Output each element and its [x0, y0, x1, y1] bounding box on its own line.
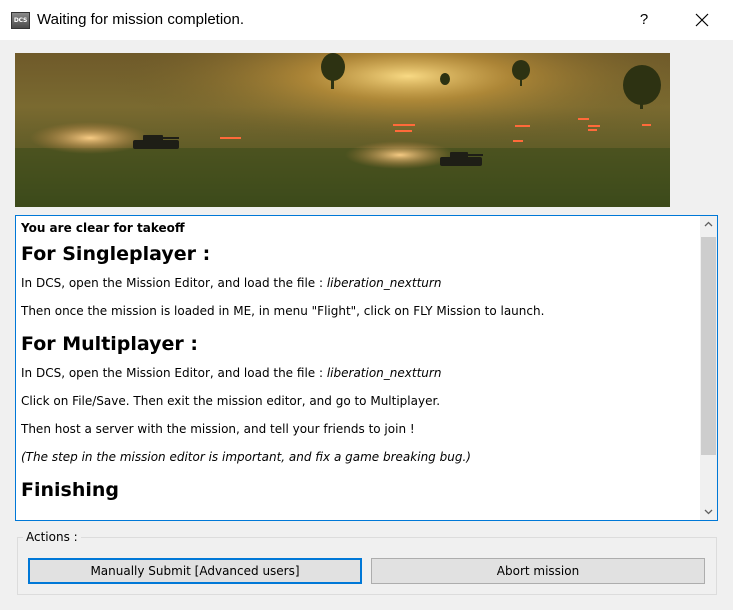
singleplayer-heading: For Singleplayer : [21, 243, 211, 265]
singleplayer-step-2: Then once the mission is loaded in ME, i… [21, 304, 545, 318]
singleplayer-filename: liberation_nextturn [326, 276, 442, 290]
mission-banner-image [15, 53, 670, 207]
scroll-down-button[interactable] [700, 503, 717, 520]
chevron-up-icon [704, 221, 713, 227]
tank-battlefield-illustration [15, 53, 670, 207]
close-icon [695, 13, 709, 27]
help-button[interactable]: ? [626, 5, 662, 35]
clear-for-takeoff-label: You are clear for takeoff [21, 221, 185, 235]
window-title: Waiting for mission completion. [37, 11, 245, 28]
scrollbar-thumb[interactable] [701, 237, 716, 455]
manually-submit-button[interactable]: Manually Submit [Advanced users] [28, 558, 362, 584]
chevron-down-icon [704, 509, 713, 515]
dcs-app-icon: DCS [11, 12, 30, 29]
multiplayer-step-2: Click on File/Save. Then exit the missio… [21, 394, 441, 408]
singleplayer-step-1-text: In DCS, open the Mission Editor, and loa… [21, 276, 327, 290]
vertical-scrollbar[interactable] [700, 216, 717, 520]
close-button[interactable] [684, 5, 720, 35]
multiplayer-step-1: In DCS, open the Mission Editor, and loa… [21, 363, 697, 391]
multiplayer-heading: For Multiplayer : [21, 333, 198, 355]
scroll-up-button[interactable] [700, 216, 717, 233]
finishing-heading: Finishing [21, 479, 120, 501]
multiplayer-step-3: Then host a server with the mission, and… [21, 422, 415, 436]
singleplayer-step-1: In DCS, open the Mission Editor, and loa… [21, 273, 697, 301]
instructions-content: You are clear for takeoff For Singleplay… [21, 219, 697, 520]
multiplayer-note-text: (The step in the mission editor is impor… [21, 450, 471, 464]
multiplayer-step-1-text: In DCS, open the Mission Editor, and loa… [21, 366, 327, 380]
multiplayer-note: (The step in the mission editor is impor… [21, 447, 697, 475]
abort-mission-button[interactable]: Abort mission [371, 558, 705, 584]
multiplayer-filename: liberation_nextturn [326, 366, 442, 380]
instructions-text-browser[interactable]: You are clear for takeoff For Singleplay… [15, 215, 718, 521]
actions-group-label: Actions : [23, 530, 81, 544]
title-bar: DCS Waiting for mission completion. ? [0, 0, 733, 40]
